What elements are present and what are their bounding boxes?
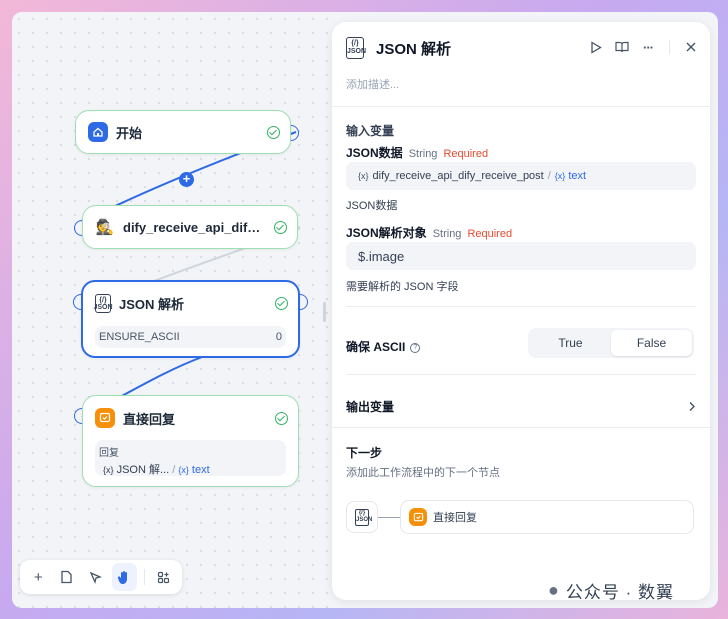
divider bbox=[669, 40, 670, 54]
var-node: JSON 解... bbox=[116, 464, 170, 476]
divider bbox=[332, 106, 710, 107]
note-icon[interactable] bbox=[55, 563, 80, 591]
panel-actions: ··· bbox=[587, 38, 700, 56]
json-icon: {/} JSON bbox=[346, 37, 366, 59]
ensure-ascii-toggle: True False bbox=[528, 328, 694, 358]
divider bbox=[332, 427, 710, 428]
ensure-ascii-label: 确保 ASCII? bbox=[346, 338, 421, 355]
toolbar-divider bbox=[143, 569, 145, 585]
panel-resize-handle[interactable] bbox=[323, 302, 326, 322]
param-label: ENSURE_ASCII bbox=[99, 331, 180, 343]
success-check-icon bbox=[275, 411, 288, 425]
node-start[interactable]: 开始 bbox=[75, 110, 299, 154]
node-json-parse[interactable]: {/} JSON JSON 解析 ENSURE_ASCII 0 bbox=[73, 280, 308, 358]
add-icon[interactable]: + bbox=[26, 563, 51, 591]
field2-type: String bbox=[432, 228, 462, 240]
node-config-panel: {/} JSON JSON 解析 ··· 添加描述... 输入变量 JSON数据 S… bbox=[332, 22, 710, 600]
node-title: dify_receive_api_dify_re... bbox=[123, 219, 266, 235]
next-step-desc: 添加此工作流程中的下一个节点 bbox=[346, 467, 500, 479]
next-step-title: 下一步 bbox=[346, 446, 383, 460]
detective-icon: 🕵 bbox=[95, 217, 115, 237]
connector-line bbox=[378, 516, 400, 518]
var-sep: / bbox=[172, 464, 176, 476]
pointer-icon[interactable] bbox=[83, 563, 108, 591]
json-icon: {/} JSON bbox=[346, 501, 378, 533]
field1-type: String bbox=[408, 148, 438, 160]
divider bbox=[346, 306, 696, 307]
json-icon: {/} JSON bbox=[93, 294, 113, 313]
output-section-title[interactable]: 输出变量 bbox=[346, 398, 394, 415]
node-direct-reply[interactable]: 直接回复 回复 {x} JSON 解... / {x} text bbox=[74, 395, 299, 487]
wechat-icon: ● bbox=[548, 580, 560, 600]
canvas-toolbar: + bbox=[20, 560, 182, 594]
watermark: ● 公众号 · 数翼 bbox=[548, 580, 674, 602]
divider bbox=[346, 374, 696, 375]
chevron-right-icon[interactable] bbox=[688, 399, 696, 417]
success-check-icon bbox=[267, 125, 280, 139]
organize-icon[interactable] bbox=[151, 563, 176, 591]
reply-var: {x} JSON 解... / {x} text bbox=[99, 461, 282, 477]
home-icon bbox=[88, 122, 108, 142]
field1-variable-selector[interactable]: {x} dify_receive_api_dify_receive_post /… bbox=[346, 162, 696, 190]
app-frame: + 开始 🕵 dify_receive_api_dify_re... bbox=[12, 12, 718, 608]
option-true[interactable]: True bbox=[530, 330, 611, 356]
param-row: ENSURE_ASCII 0 bbox=[95, 326, 286, 348]
input-section-title: 输入变量 bbox=[346, 124, 395, 138]
panel-title[interactable]: JSON 解析 bbox=[376, 38, 451, 59]
reply-icon bbox=[95, 408, 115, 428]
next-step-row: {/} JSON 直接回复 bbox=[346, 500, 694, 534]
success-check-icon bbox=[275, 297, 288, 310]
field1-desc: JSON数据 bbox=[346, 200, 398, 212]
var-name: {x} text bbox=[178, 464, 210, 476]
book-icon[interactable] bbox=[613, 38, 631, 56]
description-input[interactable]: 添加描述... bbox=[346, 76, 399, 92]
variable-icon: {x} bbox=[358, 171, 369, 181]
var-sep: / bbox=[547, 170, 551, 182]
add-node-button[interactable]: + bbox=[179, 172, 194, 187]
close-icon[interactable] bbox=[682, 38, 700, 56]
field2-required: Required bbox=[467, 228, 513, 240]
run-icon[interactable] bbox=[587, 38, 605, 56]
node-title: JSON 解析 bbox=[119, 297, 185, 312]
next-node-title: 直接回复 bbox=[433, 512, 477, 524]
field2-desc: 需要解析的 JSON 字段 bbox=[346, 281, 459, 293]
node-title: 直接回复 bbox=[123, 411, 176, 427]
node-api[interactable]: 🕵 dify_receive_api_dify_re... bbox=[74, 205, 298, 249]
reply-icon bbox=[409, 508, 427, 526]
info-icon[interactable]: ? bbox=[410, 342, 421, 353]
node-title: 开始 bbox=[116, 125, 143, 141]
reply-label: 回复 bbox=[99, 448, 119, 459]
variable-icon: {x} bbox=[103, 465, 114, 475]
more-icon[interactable]: ··· bbox=[639, 38, 657, 56]
hand-icon[interactable] bbox=[111, 563, 137, 591]
next-node-direct-reply[interactable]: 直接回复 bbox=[400, 500, 694, 534]
var-name: {x} text bbox=[554, 170, 587, 182]
field1-required: Required bbox=[443, 148, 489, 160]
workflow-canvas[interactable]: + 开始 🕵 dify_receive_api_dify_re... bbox=[12, 12, 332, 608]
success-check-icon bbox=[274, 220, 287, 234]
param-value: 0 bbox=[275, 331, 282, 343]
field2-input[interactable]: $.image bbox=[346, 242, 696, 270]
option-false[interactable]: False bbox=[611, 330, 692, 356]
field1-label: JSON数据 String Required bbox=[346, 146, 489, 160]
field2-label: JSON解析对象 String Required bbox=[346, 226, 513, 240]
var-node: dify_receive_api_dify_receive_post bbox=[372, 170, 544, 182]
reply-content: 回复 {x} JSON 解... / {x} text bbox=[95, 440, 286, 476]
